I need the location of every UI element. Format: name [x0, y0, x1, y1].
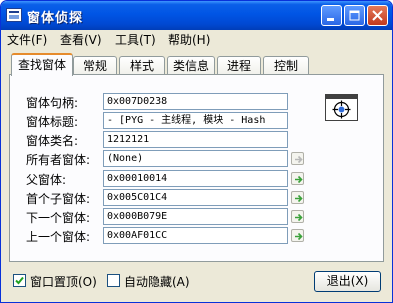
title-bar[interactable]: 窗体侦探	[1, 1, 392, 30]
arrow-right-icon	[295, 194, 303, 203]
topmost-label[interactable]: 窗口置顶(O)	[30, 273, 97, 290]
field-label-handle: 窗体句柄:	[26, 96, 79, 110]
arrow-right-icon	[295, 232, 303, 241]
arrow-right-icon	[295, 213, 303, 222]
title-field[interactable]: - [PYG - 主线程, 模块 - Hash	[103, 112, 288, 129]
arrow-right-icon	[295, 175, 303, 184]
field-label-title: 窗体标题:	[26, 115, 79, 129]
exit-button[interactable]: 退出(X)	[314, 271, 381, 292]
tab-general[interactable]: 常规	[73, 56, 117, 75]
field-label-previous: 上一个窗体:	[26, 230, 91, 244]
topmost-checkbox[interactable]	[13, 274, 26, 287]
tab-find-window[interactable]: 查找窗体	[11, 53, 73, 76]
tab-process[interactable]: 进程	[217, 56, 261, 75]
close-button[interactable]	[367, 5, 388, 26]
field-label-next: 下一个窗体:	[26, 211, 91, 225]
app-window-icon	[6, 8, 22, 22]
checkmark-icon	[15, 276, 24, 285]
parent-goto-button[interactable]	[291, 172, 304, 185]
autohide-checkbox[interactable]	[107, 274, 120, 287]
maximize-button[interactable]	[344, 5, 365, 26]
first-child-field[interactable]: 0x005C01C4	[103, 189, 288, 206]
window-finder-crosshair-icon[interactable]	[325, 94, 358, 121]
previous-window-field[interactable]: 0x00AF01CC	[103, 227, 288, 244]
menu-bar: 文件(F) 查看(V) 工具(T) 帮助(H)	[1, 30, 392, 48]
crosshair-icon	[332, 100, 351, 119]
owner-goto-button[interactable]	[291, 152, 304, 165]
main-window: 窗体侦探 文件(F) 查看(V) 工具(T) 帮助(H) 查找窗体 常规 样式 …	[0, 0, 393, 303]
owner-window-field[interactable]: (None)	[103, 150, 288, 167]
tab-style[interactable]: 样式	[119, 56, 165, 75]
next-goto-button[interactable]	[291, 210, 304, 223]
maximize-icon	[349, 10, 360, 21]
handle-field[interactable]: 0x007D0238	[103, 93, 288, 110]
window-title: 窗体侦探	[27, 11, 84, 26]
close-icon	[372, 10, 383, 21]
tab-class-info[interactable]: 类信息	[167, 56, 215, 75]
autohide-label[interactable]: 自动隐藏(A)	[124, 273, 190, 290]
arrow-right-icon	[295, 155, 303, 164]
previous-goto-button[interactable]	[291, 229, 304, 242]
minimize-button[interactable]	[321, 5, 342, 26]
menu-help[interactable]: 帮助(H)	[168, 31, 210, 48]
menu-tools[interactable]: 工具(T)	[115, 31, 156, 48]
menu-file[interactable]: 文件(F)	[7, 31, 47, 48]
parent-window-field[interactable]: 0x00010014	[103, 170, 288, 187]
field-label-class: 窗体类名:	[26, 134, 79, 148]
field-label-parent: 父窗体:	[26, 173, 67, 187]
next-window-field[interactable]: 0x000B079E	[103, 208, 288, 225]
first-child-goto-button[interactable]	[291, 191, 304, 204]
class-name-field[interactable]: 1212121	[103, 131, 288, 148]
field-label-owner: 所有者窗体:	[26, 153, 91, 167]
minimize-icon	[327, 18, 334, 21]
field-label-first-child: 首个子窗体:	[26, 192, 91, 206]
menu-view[interactable]: 查看(V)	[60, 31, 102, 48]
tab-control[interactable]: 控制	[263, 56, 309, 75]
